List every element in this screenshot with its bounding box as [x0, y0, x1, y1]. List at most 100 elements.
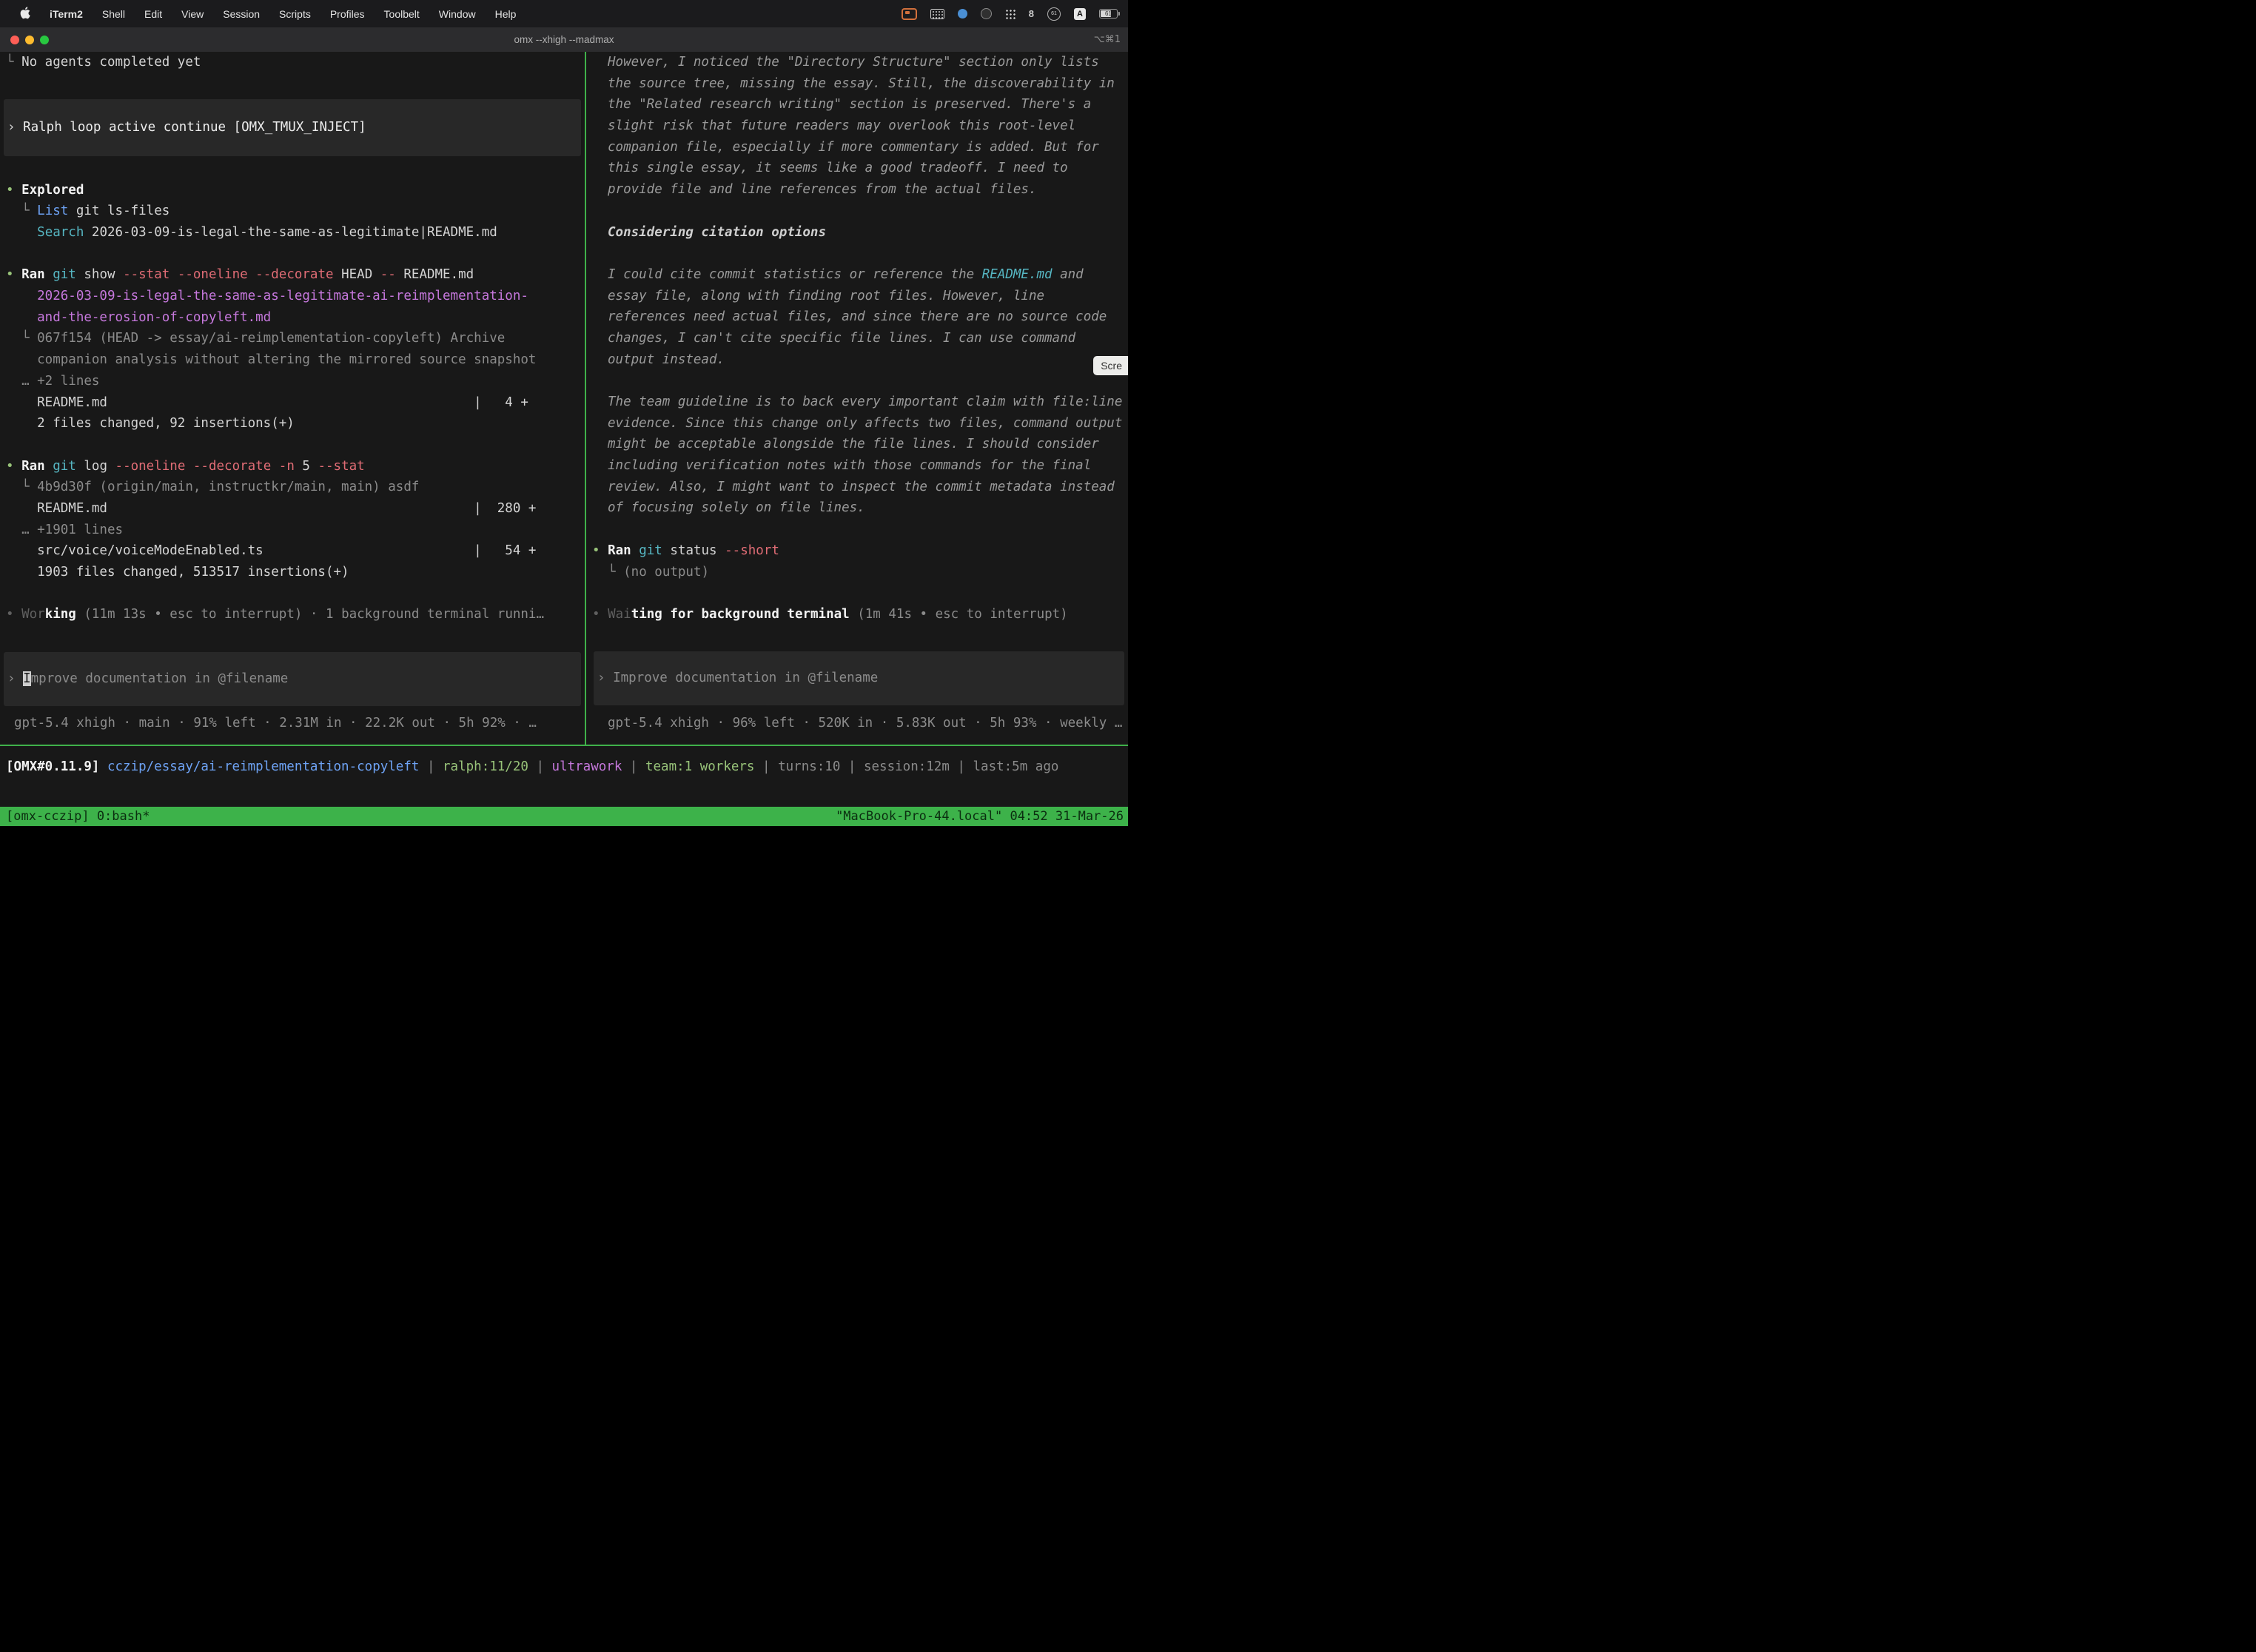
thinking-paragraph-line: essay file, along with finding root file… [590, 286, 1128, 307]
apple-icon [20, 7, 30, 19]
text-segment: • [6, 183, 21, 198]
gauge-value: 61 [1047, 7, 1061, 21]
text-segment: ralph:11/20 [443, 759, 528, 774]
text-segment: › [7, 671, 23, 686]
text-segment: --stat [318, 459, 364, 474]
text-segment: and-the-erosion-of-copyleft.md [6, 310, 271, 325]
text-segment: └ [6, 204, 37, 218]
log-diffstat-summary: 1903 files changed, 513517 insertions(+) [0, 562, 585, 583]
gauge-icon[interactable]: 61 [1047, 7, 1061, 21]
explored-header: • Explored [0, 180, 585, 201]
pane-divider-vertical[interactable] [585, 52, 586, 745]
badge-8-icon[interactable]: 8 [1029, 8, 1034, 19]
text-segment: log [76, 459, 115, 474]
menu-session[interactable]: Session [213, 8, 269, 20]
text-segment: git [53, 459, 76, 474]
text-segment [6, 225, 37, 240]
text-segment: Ralph loop active continue [OMX_TMUX_INJ… [23, 120, 366, 135]
tmux-session-window[interactable]: [omx-cczip] 0:bash* [0, 809, 150, 824]
text-segment: of focusing solely on file lines. [608, 500, 865, 515]
pane-divider-horizontal[interactable] [0, 745, 1128, 746]
battery-percent: 61 [1100, 10, 1117, 18]
menu-iterm2[interactable]: iTerm2 [40, 8, 93, 20]
thinking-paragraph-line: I could cite commit statistics or refere… [590, 264, 1128, 286]
text-segment: • [6, 459, 21, 474]
keyboard-icon[interactable] [930, 9, 944, 19]
text-segment: turns:10 | session:12m | last:5m ago [778, 759, 1058, 774]
explored-list-line: └ List git ls-files [0, 201, 585, 222]
terminal-content: └ No agents completed yet › Ralph loop a… [0, 52, 1128, 826]
menu-shell[interactable]: Shell [93, 8, 135, 20]
prompt-input-left[interactable]: › Improve documentation in @filename [4, 652, 581, 706]
text-segment: the source tree, missing the essay. Stil… [608, 76, 1115, 91]
text-segment: I [23, 671, 31, 686]
text-segment: Ran [21, 267, 45, 282]
text-segment: └ [6, 55, 21, 70]
text-segment: • Wor [6, 607, 45, 622]
text-segment: • [592, 543, 608, 558]
menu-toolbelt[interactable]: Toolbelt [375, 8, 429, 20]
text-segment: (1m 41s • esc to interrupt) [850, 607, 1068, 622]
input-source-icon[interactable]: A [1074, 8, 1086, 20]
app-circle-icon[interactable] [981, 8, 992, 19]
text-segment: README.md | 4 + [6, 395, 528, 410]
tmux-status-bar: [omx-cczip] 0:bash* "MacBook-Pro-44.loca… [0, 807, 1128, 826]
bluetooth-app-icon[interactable] [958, 9, 967, 19]
thinking-paragraph-line: might be acceptable alongside the file l… [590, 434, 1128, 455]
thinking-paragraph-line: review. Also, I might want to inspect th… [590, 477, 1128, 498]
screen-overlay-tooltip[interactable]: Scre [1093, 356, 1128, 375]
text-segment: gpt-5.4 xhigh · 96% left · 520K in · 5.8… [608, 716, 1122, 731]
menubar-menus: iTerm2 Shell Edit View Session Scripts P… [0, 7, 526, 21]
text-segment: companion analysis without altering the … [6, 352, 536, 367]
text-segment: output instead. [608, 352, 725, 367]
menu-window[interactable]: Window [429, 8, 486, 20]
terminal-pane-left[interactable]: └ No agents completed yet › Ralph loop a… [0, 52, 585, 745]
grid-dots-icon[interactable] [1005, 9, 1015, 19]
text-segment: 2 files changed, 92 insertions(+) [6, 416, 295, 431]
text-segment [631, 543, 639, 558]
thinking-paragraph-line: changes, I can't cite specific file line… [590, 328, 1128, 349]
text-segment: Ran [608, 543, 631, 558]
thinking-paragraph-line: of focusing solely on file lines. [590, 497, 1128, 519]
ran-git-status-header: • Ran git status --short [590, 540, 1128, 562]
menu-view[interactable]: View [172, 8, 213, 20]
menu-scripts[interactable]: Scripts [269, 8, 320, 20]
text-segment: README.md [982, 267, 1053, 282]
window-titlebar[interactable]: omx --xhigh --madmax ⌥⌘1 [0, 27, 1128, 53]
text-segment: Search [37, 225, 84, 240]
thinking-section-heading: Considering citation options [590, 222, 1128, 244]
thinking-paragraph-line: The team guideline is to back every impo… [590, 392, 1128, 413]
text-segment: the "Related research writing" section i… [608, 97, 1091, 112]
text-segment: [OMX#0.11.9] [6, 759, 107, 774]
text-segment: ultrawork [552, 759, 622, 774]
text-segment: src/voice/voiceModeEnabled.ts | 54 + [6, 543, 536, 558]
menu-profiles[interactable]: Profiles [320, 8, 375, 20]
model-statusline-right: gpt-5.4 xhigh · 96% left · 520K in · 5.8… [590, 713, 1128, 734]
prompt-input-left-text: › Improve documentation in @filename [7, 668, 288, 690]
explored-search-line: Search 2026-03-09-is-legal-the-same-as-l… [0, 222, 585, 244]
ralph-loop-banner: › Ralph loop active continue [OMX_TMUX_I… [4, 99, 581, 156]
log-diffstat-line-1: README.md | 280 + [0, 498, 585, 520]
text-segment: 2026-03-09-is-legal-the-same-as-legitima… [84, 225, 497, 240]
text-segment: └ 4b9d30f (origin/main, instructkr/main,… [6, 480, 419, 494]
text-segment: No agents completed yet [21, 55, 201, 70]
text-segment: this single essay, it seems like a good … [608, 161, 1068, 175]
text-segment: team:1 workers [645, 759, 755, 774]
text-segment: | [528, 759, 552, 774]
battery-icon[interactable]: 61 [1099, 9, 1118, 19]
menu-edit[interactable]: Edit [135, 8, 172, 20]
screen-recording-indicator-icon[interactable] [902, 8, 917, 20]
text-segment [45, 267, 53, 282]
working-spinner-line: • Working (11m 13s • esc to interrupt) ·… [0, 604, 585, 625]
no-output-line: └ (no output) [590, 562, 1128, 583]
prompt-input-right[interactable]: › Improve documentation in @filename [594, 651, 1124, 705]
text-segment: gpt-5.4 xhigh · main · 91% left · 2.31M … [14, 716, 537, 731]
text-segment: changes, I can't cite specific file line… [608, 331, 1075, 346]
text-segment: git [639, 543, 662, 558]
text-segment: Explored [21, 183, 84, 198]
menubar-status-icons: 8 61 A 61 [902, 7, 1128, 21]
text-segment: and [1053, 267, 1084, 282]
menu-help[interactable]: Help [486, 8, 526, 20]
apple-menu[interactable] [10, 7, 40, 21]
terminal-pane-right[interactable]: However, I noticed the "Directory Struct… [590, 52, 1128, 745]
